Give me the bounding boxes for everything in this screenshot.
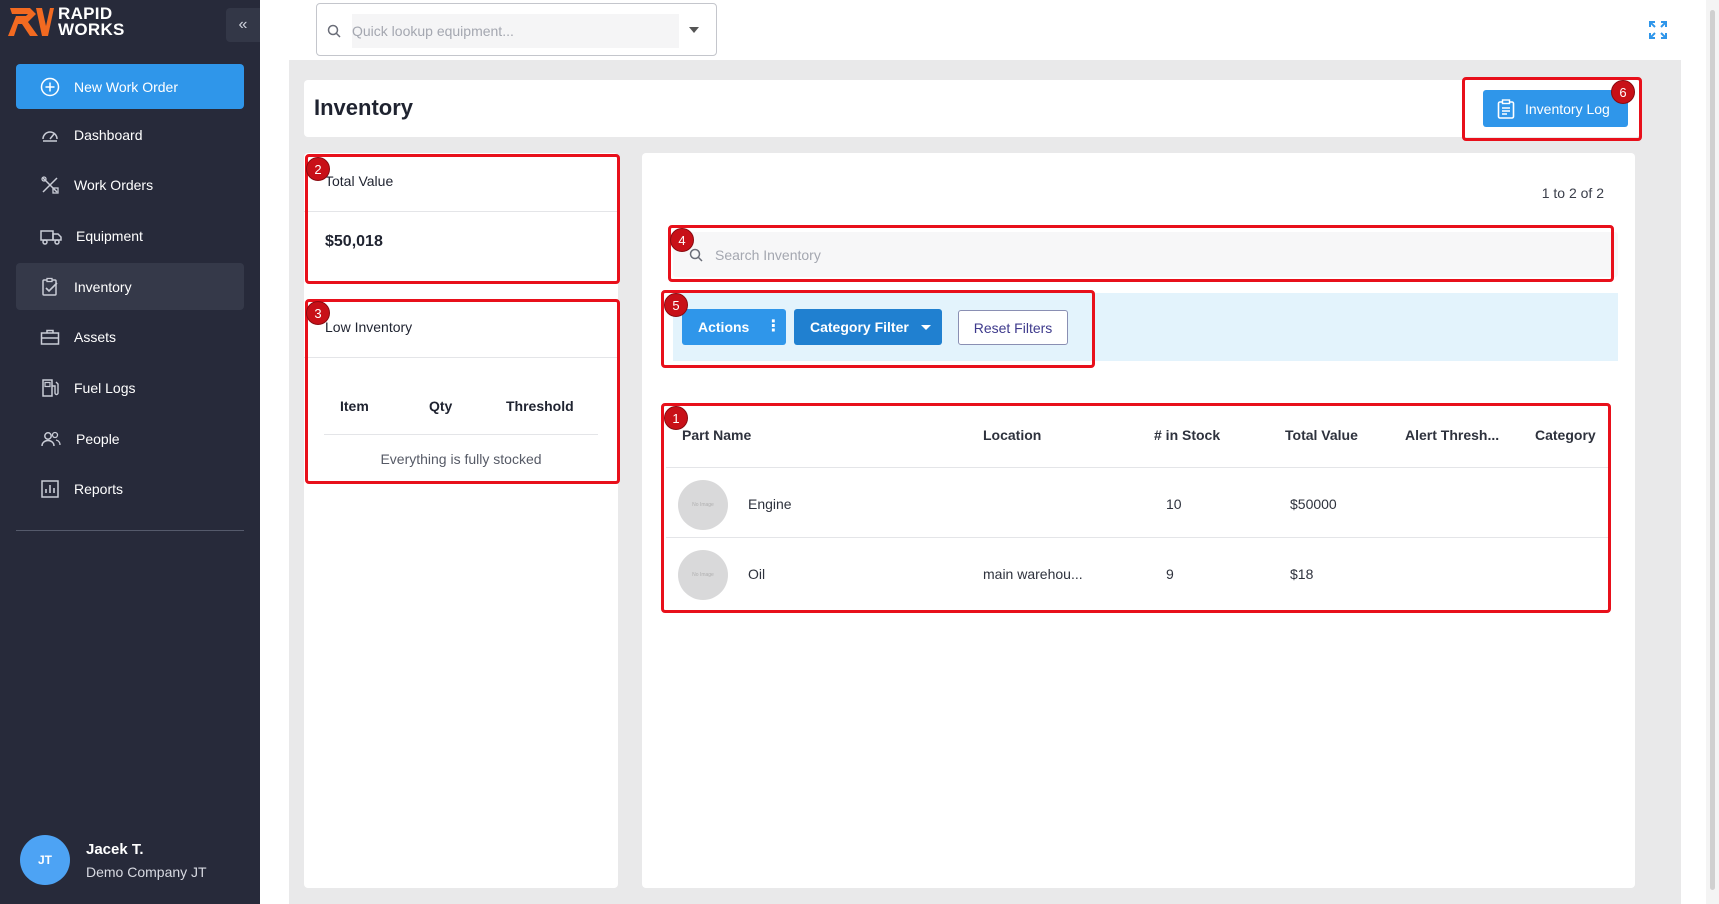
- sidebar-item-assets[interactable]: Assets: [16, 314, 244, 361]
- divider: [324, 434, 598, 435]
- tools-icon: [41, 176, 59, 194]
- fullscreen-icon[interactable]: [1648, 20, 1668, 40]
- user-name: Jacek T.: [86, 840, 144, 858]
- equipment-lookup[interactable]: [316, 3, 717, 56]
- column-header-location[interactable]: Location: [983, 427, 1041, 443]
- sidebar-item-label: Dashboard: [74, 126, 143, 143]
- inventory-search-input[interactable]: [715, 240, 1605, 270]
- chart-icon: [41, 480, 59, 499]
- annotation-badge: 3: [306, 301, 330, 325]
- sidebar-item-people[interactable]: People: [16, 415, 244, 462]
- sidebar-item-fuel-logs[interactable]: Fuel Logs: [16, 364, 244, 411]
- column-header-category[interactable]: Category: [1535, 427, 1596, 443]
- cell-in-stock: 9: [1166, 566, 1174, 582]
- page-header: Inventory: [304, 80, 1640, 137]
- logo-text-line2: WORKS: [58, 20, 125, 39]
- column-header-alert-threshold[interactable]: Alert Thresh...: [1405, 427, 1499, 443]
- gauge-icon: [42, 130, 58, 142]
- cell-part-name: Engine: [748, 496, 792, 512]
- category-filter-label: Category Filter: [810, 319, 909, 335]
- sidebar-item-work-orders[interactable]: Work Orders: [16, 162, 244, 209]
- people-icon: [41, 431, 61, 446]
- chevron-down-icon[interactable]: [689, 27, 699, 33]
- search-icon: [327, 24, 341, 38]
- sidebar-item-label: Fuel Logs: [74, 379, 136, 396]
- page-title: Inventory: [314, 95, 414, 120]
- sidebar-item-label: Reports: [74, 481, 124, 498]
- sidebar-item-label: Assets: [74, 329, 117, 346]
- part-image-placeholder: No Image: [678, 480, 728, 530]
- cell-total-value: $50000: [1290, 496, 1337, 512]
- sidebar-nav: Dashboard Work Orders Equipment Inventor…: [16, 111, 244, 517]
- summary-panel: Total Value $50,018 Low Inventory Item Q…: [304, 153, 618, 888]
- annotation-badge: 1: [664, 406, 688, 430]
- sidebar: RAPID WORKS « New Work Order Dashboard W…: [0, 0, 260, 904]
- user-profile[interactable]: JT Jacek T. Demo Company JT: [20, 835, 207, 885]
- plus-circle-icon: [40, 77, 60, 96]
- collapse-sidebar-button[interactable]: «: [226, 8, 260, 42]
- pagination-summary: 1 to 2 of 2: [1541, 185, 1604, 201]
- actions-label: Actions: [698, 319, 750, 335]
- clipboard-check-icon: [42, 277, 58, 296]
- annotation-badge: 6: [1611, 80, 1635, 104]
- sidebar-item-inventory[interactable]: Inventory: [16, 263, 244, 311]
- clipboard-list-icon: [1497, 98, 1515, 119]
- sidebar-item-label: Inventory: [74, 278, 132, 295]
- low-inventory-empty-message: Everything is fully stocked: [380, 451, 542, 467]
- total-value-label: Total Value: [325, 173, 394, 189]
- sidebar-item-reports[interactable]: Reports: [16, 466, 244, 513]
- column-header-total-value[interactable]: Total Value: [1285, 427, 1358, 443]
- reset-filters-button[interactable]: Reset Filters: [958, 310, 1068, 345]
- annotation-badge: 5: [664, 293, 688, 317]
- rapid-works-logo[interactable]: RAPID WORKS: [8, 5, 125, 39]
- new-work-order-button[interactable]: New Work Order: [16, 64, 244, 109]
- table-row[interactable]: No Image Engine 10 $50000: [666, 468, 1611, 538]
- page-scrollbar-thumb[interactable]: [1710, 10, 1715, 890]
- avatar: JT: [20, 835, 70, 885]
- annotation-badge: 4: [670, 228, 694, 252]
- low-inventory-col-item[interactable]: Item: [340, 398, 369, 414]
- column-header-part-name[interactable]: Part Name: [682, 427, 751, 443]
- inventory-log-label: Inventory Log: [1525, 100, 1610, 117]
- cell-part-name: Oil: [748, 566, 766, 582]
- category-filter-button[interactable]: Category Filter: [794, 309, 942, 345]
- search-icon: [689, 248, 703, 262]
- fuel-icon: [42, 379, 59, 397]
- low-inventory-label: Low Inventory: [325, 319, 413, 335]
- sidebar-item-label: People: [76, 430, 120, 447]
- sidebar-item-label: Work Orders: [74, 177, 154, 194]
- inventory-search[interactable]: [673, 232, 1618, 277]
- user-company: Demo Company JT: [86, 863, 207, 880]
- truck-icon: [40, 230, 62, 245]
- inventory-log-button[interactable]: Inventory Log: [1483, 90, 1628, 127]
- low-inventory-col-qty[interactable]: Qty: [429, 398, 452, 414]
- cell-in-stock: 10: [1166, 496, 1182, 512]
- part-image-placeholder: No Image: [678, 550, 728, 600]
- total-value-amount: $50,018: [325, 233, 383, 250]
- logo-mark-icon: [8, 8, 54, 36]
- annotation-badge: 2: [306, 157, 330, 181]
- toolbox-icon: [40, 330, 60, 345]
- equipment-lookup-input[interactable]: [352, 14, 679, 48]
- sidebar-item-equipment[interactable]: Equipment: [16, 212, 244, 259]
- actions-button[interactable]: Actions ⋮: [682, 309, 786, 345]
- table-row[interactable]: No Image Oil main warehou... 9 $18: [666, 538, 1611, 608]
- divider: [304, 211, 618, 212]
- cell-total-value: $18: [1290, 566, 1314, 582]
- kebab-icon: ⋮: [765, 318, 782, 335]
- sidebar-item-dashboard[interactable]: Dashboard: [16, 111, 244, 158]
- sidebar-item-label: Equipment: [76, 227, 143, 244]
- low-inventory-col-threshold[interactable]: Threshold: [506, 398, 574, 414]
- cell-location: main warehou...: [983, 566, 1083, 582]
- column-header-in-stock[interactable]: # in Stock: [1154, 427, 1220, 443]
- caret-down-icon: [920, 324, 931, 330]
- inventory-panel: 1 to 2 of 2 Actions ⋮ Category Filter Re…: [642, 153, 1635, 888]
- new-work-order-label: New Work Order: [74, 78, 178, 95]
- sidebar-divider: [16, 530, 244, 531]
- divider: [304, 357, 618, 358]
